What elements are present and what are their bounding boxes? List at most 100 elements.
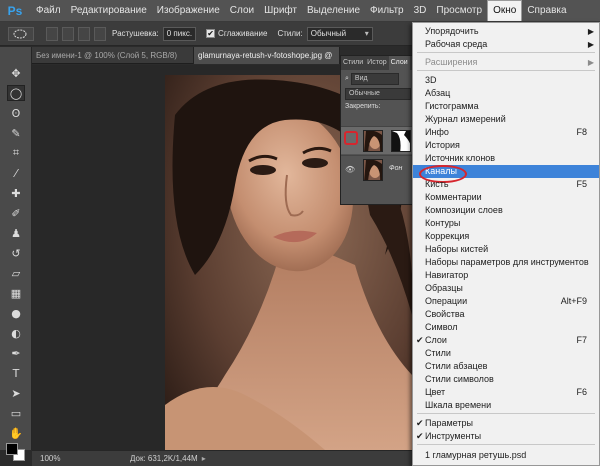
window-menu-item[interactable]: Наборы кистей: [413, 243, 599, 256]
tab-glamour-retouch[interactable]: glamurnaya-retush-v-fotoshope.jpg @: [194, 47, 340, 64]
window-menu-item[interactable]: История: [413, 139, 599, 152]
menu-3d[interactable]: 3D: [409, 0, 432, 22]
submenu-arrow-icon: ▶: [587, 58, 594, 67]
dodge-tool-icon[interactable]: ◐: [7, 325, 25, 341]
status-bar: 100% Док: 631,2K/1,44M ▸: [32, 450, 412, 466]
tab-styles[interactable]: Стили: [341, 56, 365, 70]
clone-stamp-tool-icon[interactable]: ♟: [7, 225, 25, 241]
document-tabs: Без имени-1 @ 100% (Слой 5, RGB/8) glamu…: [32, 47, 340, 64]
lasso-tool-icon[interactable]: ʘ: [7, 105, 25, 121]
window-menu-item[interactable]: Гистограмма: [413, 100, 599, 113]
quick-select-tool-icon[interactable]: ✎: [7, 125, 25, 141]
menu-separator: [417, 444, 595, 445]
menu-select[interactable]: Выделение: [302, 0, 365, 22]
tab-untitled-document[interactable]: Без имени-1 @ 100% (Слой 5, RGB/8): [32, 47, 194, 64]
window-menu-item[interactable]: Кисть F5: [413, 178, 599, 191]
pen-tool-icon[interactable]: ✒: [7, 345, 25, 361]
window-menu-item[interactable]: Журнал измерений: [413, 113, 599, 126]
window-dropdown-menu: Упорядочить ▶ Рабочая среда ▶ Расширения ▶ 3D А…: [412, 22, 600, 466]
menu-item-label: Параметры: [425, 418, 473, 428]
move-tool-icon[interactable]: ✥: [7, 65, 25, 81]
window-menu-item[interactable]: Источник клонов: [413, 152, 599, 165]
menu-item-label: Навигатор: [425, 270, 469, 280]
path-select-tool-icon[interactable]: ➤: [7, 385, 25, 401]
status-menu-arrow-icon[interactable]: ▸: [202, 454, 206, 463]
gradient-tool-icon[interactable]: ▦: [7, 285, 25, 301]
menu-item-shortcut: Alt+F9: [560, 296, 587, 306]
style-select[interactable]: Обычный: [306, 26, 373, 41]
layer-kind-select[interactable]: Вид: [350, 73, 399, 85]
add-selection-icon[interactable]: [62, 26, 74, 41]
hand-tool-icon[interactable]: ✋: [7, 425, 25, 441]
crop-tool-icon[interactable]: ⌗: [7, 145, 25, 161]
window-menu-item[interactable]: Шкала времени: [413, 399, 599, 412]
menu-type[interactable]: Шрифт: [259, 0, 302, 22]
menu-item-label: Упорядочить: [425, 26, 479, 36]
window-menu-item[interactable]: Стили: [413, 347, 599, 360]
window-menu-item[interactable]: Упорядочить ▶: [413, 25, 599, 38]
eraser-tool-icon[interactable]: ▱: [7, 265, 25, 281]
submenu-arrow-icon: ▶: [587, 27, 594, 36]
new-selection-icon[interactable]: [46, 26, 58, 41]
tab-layers[interactable]: Слои: [388, 56, 410, 70]
rectangle-tool-icon[interactable]: ▭: [7, 405, 25, 421]
subtract-selection-icon[interactable]: [78, 26, 90, 41]
window-menu-item[interactable]: Абзац: [413, 87, 599, 100]
window-menu-item[interactable]: Цвет F6: [413, 386, 599, 399]
window-menu-item[interactable]: Стили символов: [413, 373, 599, 386]
window-menu-item[interactable]: ✔ Слои F7: [413, 334, 599, 347]
antialias-checkbox[interactable]: ✔: [206, 29, 216, 38]
menu-file[interactable]: Файл: [31, 0, 66, 22]
window-menu-item[interactable]: Композиции слоев: [413, 204, 599, 217]
window-menu-item[interactable]: Комментарии: [413, 191, 599, 204]
window-menu-item[interactable]: Инфо F8: [413, 126, 599, 139]
menu-view[interactable]: Просмотр: [431, 0, 487, 22]
menu-item-label: Инфо: [425, 127, 449, 137]
menu-item-label: Коррекция: [425, 231, 470, 241]
window-menu-item[interactable]: ✔ Параметры: [413, 417, 599, 430]
window-menu-item[interactable]: Свойства: [413, 308, 599, 321]
window-menu-item[interactable]: Символ: [413, 321, 599, 334]
menu-help[interactable]: Справка: [522, 0, 571, 22]
blur-tool-icon[interactable]: ●: [7, 305, 25, 321]
window-menu-item[interactable]: Стили абзацев: [413, 360, 599, 373]
tab-history[interactable]: Истор: [365, 56, 388, 70]
visibility-eye-icon[interactable]: 👁: [345, 165, 355, 175]
window-menu-item[interactable]: ✔ Инструменты: [413, 430, 599, 443]
menu-image[interactable]: Изображение: [152, 0, 225, 22]
zoom-level[interactable]: 100%: [40, 454, 80, 463]
checkmark-icon: ✔: [416, 418, 424, 428]
window-menu-item[interactable]: Коррекция: [413, 230, 599, 243]
healing-brush-tool-icon[interactable]: ✚: [7, 185, 25, 201]
menu-filter[interactable]: Фильтр: [365, 0, 409, 22]
tool-preset-picker[interactable]: [8, 26, 34, 41]
menu-item-label: Рабочая среда: [425, 39, 488, 49]
window-menu-item[interactable]: Образцы: [413, 282, 599, 295]
eyedropper-tool-icon[interactable]: ⁄: [7, 165, 25, 181]
menu-separator: [417, 413, 595, 414]
history-brush-tool-icon[interactable]: ↺: [7, 245, 25, 261]
window-menu-item[interactable]: Навигатор: [413, 269, 599, 282]
ellipse-marquee-tool-icon[interactable]: ◯: [7, 85, 25, 101]
window-menu-item[interactable]: Наборы параметров для инструментов: [413, 256, 599, 269]
window-menu-item[interactable]: 1 гламурная ретушь.psd: [413, 449, 599, 462]
feather-input[interactable]: 0 пикс.: [162, 26, 197, 41]
layer-row-background[interactable]: 👁 Фон: [341, 155, 417, 183]
menu-edit[interactable]: Редактирование: [66, 0, 152, 22]
menu-bar: Ps Файл Редактирование Изображение Слои …: [0, 0, 600, 22]
window-menu-item[interactable]: 3D: [413, 74, 599, 87]
type-tool-icon[interactable]: T: [7, 365, 25, 381]
brush-tool-icon[interactable]: ✐: [7, 205, 25, 221]
window-menu-item[interactable]: Рабочая среда ▶: [413, 38, 599, 51]
menu-window[interactable]: Окно: [487, 0, 523, 21]
menu-layers[interactable]: Слои: [225, 0, 259, 22]
layer-thumbnail: [363, 130, 383, 152]
foreground-color-swatch[interactable]: [6, 443, 18, 455]
window-menu-item[interactable]: Контуры: [413, 217, 599, 230]
intersect-selection-icon[interactable]: [94, 26, 106, 41]
blend-mode-select[interactable]: Обычные: [345, 88, 411, 100]
window-menu-item[interactable]: Каналы: [413, 165, 599, 183]
layer-mask-thumbnail[interactable]: [391, 130, 411, 152]
document-size: Док: 631,2K/1,44M: [130, 454, 198, 463]
window-menu-item[interactable]: Операции Alt+F9: [413, 295, 599, 308]
